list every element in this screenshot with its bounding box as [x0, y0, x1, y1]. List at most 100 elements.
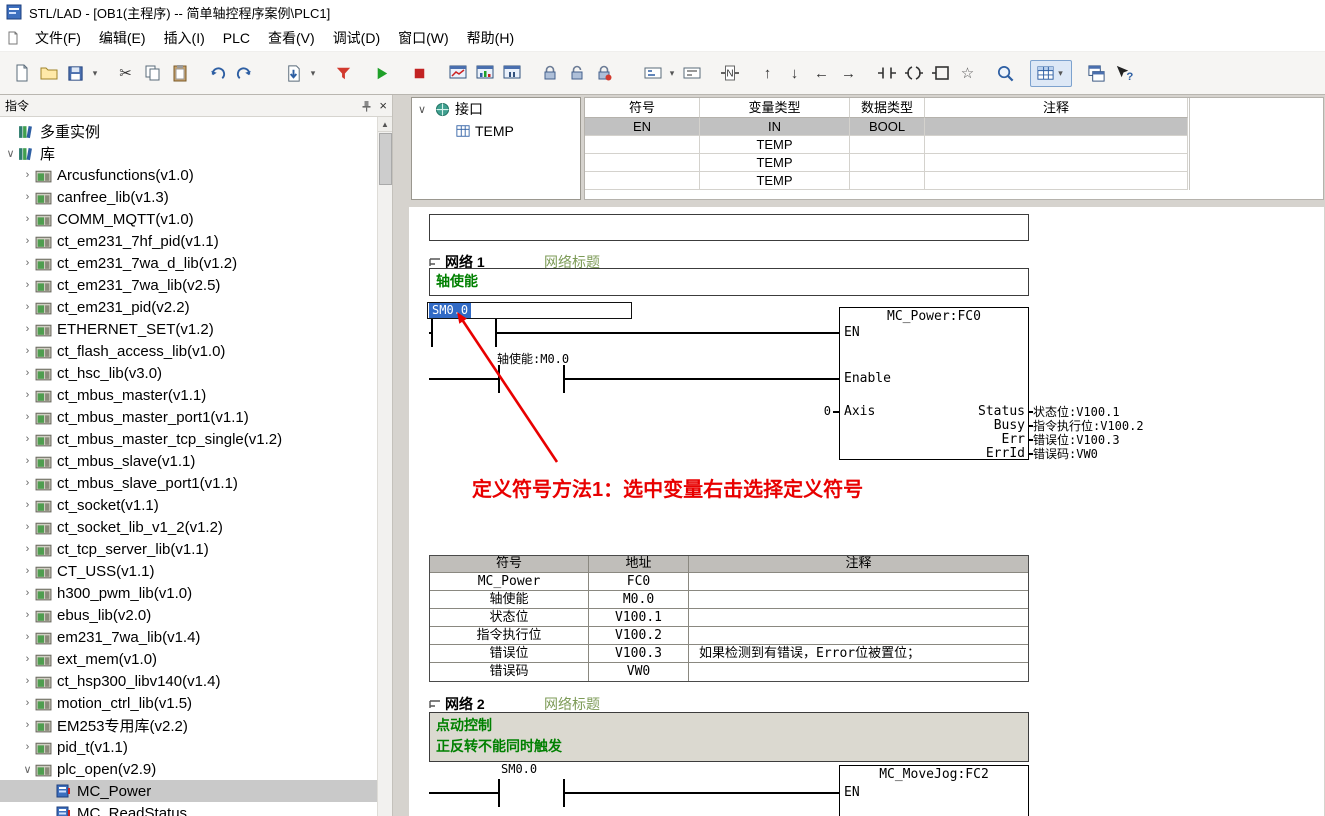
sidebar-library-item[interactable]: › ct_flash_access_lib(v1.0)	[0, 340, 377, 362]
cell-address[interactable]: V100.3	[589, 645, 689, 663]
contact-sm00-label[interactable]: SM0.0	[501, 763, 537, 776]
close-icon[interactable]: ×	[379, 99, 387, 112]
redo-button[interactable]	[231, 60, 258, 87]
axis-input-value[interactable]: 0	[815, 405, 831, 418]
network2-title[interactable]: 网络标题	[544, 694, 600, 714]
chevron-right-icon[interactable]: ›	[20, 719, 35, 731]
insert-box-button[interactable]	[927, 60, 954, 87]
variable-table-row[interactable]: EN IN BOOL	[585, 118, 1189, 136]
sidebar-library-item[interactable]: › ct_em231_7wa_lib(v2.5)	[0, 274, 377, 296]
cell-address[interactable]: VW0	[589, 663, 689, 681]
sidebar-library-item[interactable]: › ct_mbus_master(v1.1)	[0, 384, 377, 406]
new-file-button[interactable]	[8, 60, 35, 87]
menu-view[interactable]: 查看(V)	[259, 24, 324, 52]
variable-table-row[interactable]: TEMP	[585, 136, 1189, 154]
sidebar-library-item[interactable]: › ct_tcp_server_lib(v1.1)	[0, 538, 377, 560]
zoom-button[interactable]	[992, 60, 1019, 87]
chevron-right-icon[interactable]: ›	[20, 521, 35, 533]
chevron-right-icon[interactable]: ›	[20, 697, 35, 709]
menu-help[interactable]: 帮助(H)	[458, 24, 523, 52]
sidebar-library-item[interactable]: › ct_em231_7hf_pid(v1.1)	[0, 230, 377, 252]
copy-button[interactable]	[139, 60, 166, 87]
download-dropdown-arrow[interactable]: ▾	[307, 68, 319, 79]
program-monitor-button[interactable]	[444, 60, 471, 87]
cell-comment[interactable]: 如果检测到有错误，Error位被置位；	[689, 645, 1028, 663]
symbolic-addressing-button[interactable]	[639, 60, 666, 87]
block-title[interactable]: MC_Power:FC0	[839, 310, 1029, 323]
cell-comment[interactable]	[925, 172, 1188, 190]
chevron-right-icon[interactable]: ›	[20, 675, 35, 687]
cell-symbol[interactable]: 状态位	[430, 609, 589, 627]
chevron-right-icon[interactable]: ›	[20, 433, 35, 445]
chevron-right-icon[interactable]: ›	[20, 411, 35, 423]
chevron-right-icon[interactable]: ›	[20, 499, 35, 511]
menu-insert[interactable]: 插入(I)	[155, 24, 214, 52]
cell-symbol[interactable]	[585, 154, 700, 172]
scrollbar-thumb[interactable]	[379, 133, 392, 185]
chevron-down-icon[interactable]: ∨	[418, 103, 430, 116]
scroll-up-button[interactable]: ▲	[378, 117, 392, 132]
chevron-right-icon[interactable]: ›	[20, 191, 35, 203]
symbol-table-row[interactable]: 错误码 VW0	[430, 663, 1028, 681]
sidebar-library-item[interactable]: › ct_mbus_slave_port1(v1.1)	[0, 472, 377, 494]
cell-comment[interactable]	[925, 136, 1188, 154]
sidebar-library-item[interactable]: › ETHERNET_SET(v1.2)	[0, 318, 377, 340]
chevron-right-icon[interactable]: ›	[20, 301, 35, 313]
sidebar-library-item[interactable]: › pid_t(v1.1)	[0, 736, 377, 758]
sidebar-library-item[interactable]: › ct_em231_7wa_d_lib(v1.2)	[0, 252, 377, 274]
sidebar-item-multi-instance[interactable]: 多重实例	[0, 120, 377, 142]
cascade-windows-button[interactable]	[1083, 60, 1110, 87]
chevron-right-icon[interactable]: ›	[20, 565, 35, 577]
cell-address[interactable]: M0.0	[589, 591, 689, 609]
menu-plc[interactable]: PLC	[214, 26, 259, 50]
move-up-button[interactable]: ↑	[754, 60, 781, 87]
chart-monitor-button[interactable]	[471, 60, 498, 87]
cell-symbol[interactable]	[585, 136, 700, 154]
sidebar-library-item[interactable]: › ct_socket_lib_v1_2(v1.2)	[0, 516, 377, 538]
chevron-right-icon[interactable]: ›	[20, 543, 35, 555]
sidebar-pou-item[interactable]: MC_Power	[0, 780, 377, 802]
selected-operand[interactable]: SM0.0	[429, 303, 471, 318]
instruction-wizard-button[interactable]: ☆	[954, 60, 981, 87]
bookmark-button[interactable]: N	[716, 60, 743, 87]
insert-contact-button[interactable]	[873, 60, 900, 87]
symbol-table-row[interactable]: 指令执行位 V100.2	[430, 627, 1028, 645]
cell-comment[interactable]	[689, 663, 1028, 681]
contact-enable-label[interactable]: 轴使能:M0.0	[497, 353, 569, 366]
menu-edit[interactable]: 编辑(E)	[90, 24, 155, 52]
chevron-down-icon[interactable]: ∨	[3, 147, 18, 160]
sidebar-library-item[interactable]: › ct_mbus_master_port1(v1.1)	[0, 406, 377, 428]
sidebar-library-item[interactable]: › ct_mbus_slave(v1.1)	[0, 450, 377, 472]
cell-symbol[interactable]: MC_Power	[430, 573, 589, 591]
column-header-symbol[interactable]: 符号	[585, 98, 700, 118]
cell-comment[interactable]	[925, 154, 1188, 172]
chevron-right-icon[interactable]: ›	[20, 235, 35, 247]
cell-comment[interactable]	[925, 118, 1188, 136]
chevron-right-icon[interactable]: ›	[20, 631, 35, 643]
column-header-datatype[interactable]: 数据类型	[850, 98, 925, 118]
sidebar-item-plc-open[interactable]: ∨ plc_open(v2.9)	[0, 758, 377, 780]
sidebar-library-item[interactable]: › Arcusfunctions(v1.0)	[0, 164, 377, 186]
cell-comment[interactable]	[689, 573, 1028, 591]
output-err-operand[interactable]: 错误位:V100.3	[1033, 433, 1120, 447]
sidebar-library-item[interactable]: › CT_USS(v1.1)	[0, 560, 377, 582]
save-dropdown-arrow[interactable]: ▾	[89, 68, 101, 79]
absolute-addressing-button[interactable]	[678, 60, 705, 87]
chevron-right-icon[interactable]: ›	[20, 169, 35, 181]
download-button[interactable]	[280, 60, 307, 87]
sidebar-library-item[interactable]: › EM253专用库(v2.2)	[0, 714, 377, 736]
chevron-right-icon[interactable]: ›	[20, 367, 35, 379]
network2-comment-box[interactable]: 点动控制 正反转不能同时触发	[429, 712, 1029, 762]
context-help-button[interactable]: ?	[1110, 60, 1137, 87]
menu-debug[interactable]: 调试(D)	[324, 24, 389, 52]
cell-symbol[interactable]: 错误码	[430, 663, 589, 681]
paste-button[interactable]	[166, 60, 193, 87]
chevron-right-icon[interactable]: ›	[20, 345, 35, 357]
lock-project-button[interactable]	[563, 60, 590, 87]
view-table-button[interactable]: ▾	[1030, 60, 1072, 87]
chevron-right-icon[interactable]: ›	[20, 609, 35, 621]
network1-comment-box[interactable]: 轴使能	[429, 268, 1029, 296]
column-header-address[interactable]: 地址	[589, 556, 689, 573]
output-errid-operand[interactable]: 错误码:VW0	[1033, 447, 1098, 461]
chevron-right-icon[interactable]: ›	[20, 389, 35, 401]
